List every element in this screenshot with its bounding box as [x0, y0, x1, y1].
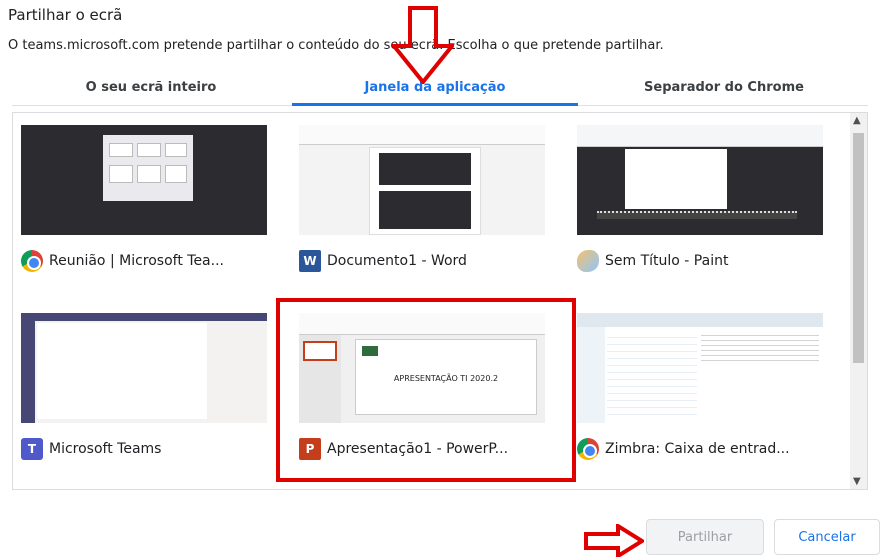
annotation-arrow-down-icon — [392, 6, 454, 84]
word-icon: W — [299, 250, 321, 272]
share-button[interactable]: Partilhar — [646, 519, 764, 555]
cancel-button[interactable]: Cancelar — [774, 519, 880, 555]
annotation-arrow-right-icon — [584, 524, 644, 557]
scroll-down-arrow-icon[interactable]: ▼ — [853, 476, 861, 487]
window-thumbnail — [577, 313, 823, 423]
scrollbar-thumb[interactable] — [853, 133, 864, 363]
teams-icon: T — [21, 438, 43, 460]
tab-chrome-tab[interactable]: Separador do Chrome — [580, 78, 868, 106]
window-item-word[interactable]: W Documento1 - Word — [291, 113, 553, 293]
window-item-teams-meeting[interactable]: Reunião | Microsoft Tea... — [13, 113, 275, 293]
paint-icon — [577, 250, 599, 272]
window-item-microsoft-teams[interactable]: T Microsoft Teams — [13, 301, 275, 481]
window-label: Zimbra: Caixa de entrad... — [605, 441, 790, 457]
dialog-title: Partilhar o ecrã — [8, 6, 123, 24]
dialog-subtitle: O teams.microsoft.com pretende partilhar… — [8, 38, 664, 53]
scrollbar[interactable]: ▲ ▼ — [850, 113, 867, 489]
annotation-highlight-box — [276, 298, 576, 482]
window-thumbnail — [577, 125, 823, 235]
tab-entire-screen[interactable]: O seu ecrã inteiro — [12, 78, 290, 106]
window-label: Documento1 - Word — [327, 253, 467, 269]
chrome-icon — [577, 438, 599, 460]
window-thumbnail — [299, 125, 545, 235]
window-item-paint[interactable]: Sem Título - Paint — [569, 113, 831, 293]
window-label: Microsoft Teams — [49, 441, 162, 457]
window-label: Reunião | Microsoft Tea... — [49, 253, 224, 269]
window-item-zimbra[interactable]: Zimbra: Caixa de entrad... — [569, 301, 831, 481]
window-thumbnail — [21, 125, 267, 235]
window-thumbnail — [21, 313, 267, 423]
chrome-icon — [21, 250, 43, 272]
scroll-up-arrow-icon[interactable]: ▲ — [853, 115, 861, 126]
window-label: Sem Título - Paint — [605, 253, 729, 269]
